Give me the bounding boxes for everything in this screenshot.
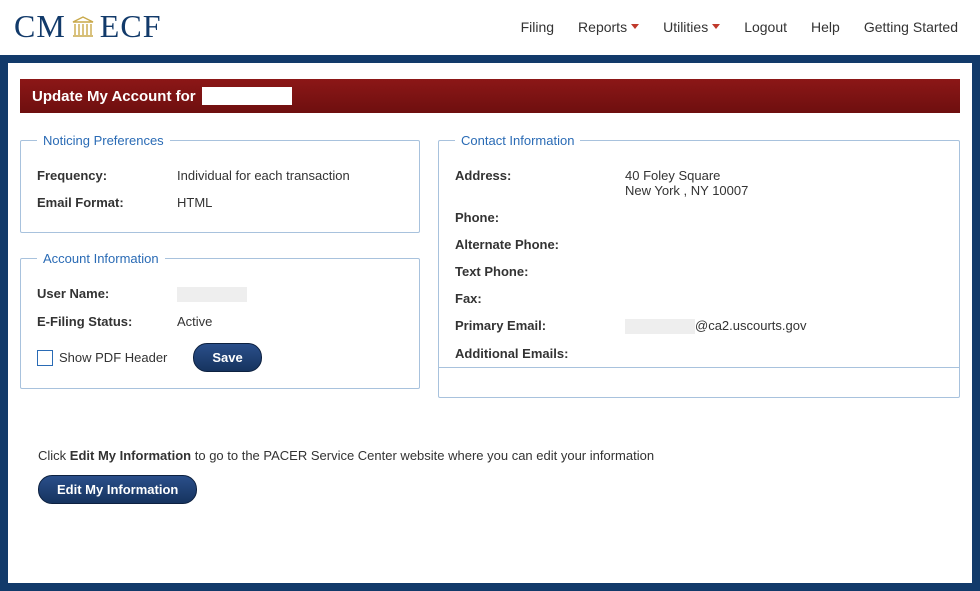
frequency-value: Individual for each transaction bbox=[177, 168, 350, 183]
email-format-value: HTML bbox=[177, 195, 212, 210]
redacted-email-user bbox=[625, 319, 695, 334]
logo-text-ecf: ECF bbox=[100, 8, 162, 45]
contact-bottom-strip bbox=[439, 367, 959, 397]
courthouse-icon bbox=[70, 14, 96, 40]
caret-down-icon bbox=[712, 24, 720, 29]
efiling-status-label: E-Filing Status: bbox=[37, 314, 177, 329]
redacted-username bbox=[177, 287, 247, 302]
edit-my-information-button[interactable]: Edit My Information bbox=[38, 475, 197, 504]
redacted-user bbox=[202, 87, 292, 105]
page-title: Update My Account for bbox=[20, 79, 960, 113]
caret-down-icon bbox=[631, 24, 639, 29]
address-value: 40 Foley Square New York , NY 10007 bbox=[625, 168, 748, 198]
username-label: User Name: bbox=[37, 286, 177, 302]
account-legend: Account Information bbox=[37, 251, 165, 266]
logo: CM ECF bbox=[14, 8, 161, 45]
nav-help[interactable]: Help bbox=[811, 19, 840, 35]
primary-email-value: @ca2.uscourts.gov bbox=[625, 318, 806, 334]
email-format-label: Email Format: bbox=[37, 195, 177, 210]
nav-getting-started[interactable]: Getting Started bbox=[864, 19, 958, 35]
efiling-status-value: Active bbox=[177, 314, 212, 329]
additional-emails-label: Additional Emails: bbox=[455, 346, 625, 361]
alt-phone-label: Alternate Phone: bbox=[455, 237, 625, 252]
logo-text-cm: CM bbox=[14, 8, 66, 45]
contact-legend: Contact Information bbox=[455, 133, 580, 148]
text-phone-label: Text Phone: bbox=[455, 264, 625, 279]
edit-info-hint: Click Edit My Information to go to the P… bbox=[38, 448, 960, 463]
frequency-label: Frequency: bbox=[37, 168, 177, 183]
contact-information-panel: Contact Information Address: 40 Foley Sq… bbox=[438, 133, 960, 398]
show-pdf-header-checkbox[interactable] bbox=[37, 350, 53, 366]
phone-label: Phone: bbox=[455, 210, 625, 225]
nav-reports[interactable]: Reports bbox=[578, 19, 639, 35]
nav-utilities[interactable]: Utilities bbox=[663, 19, 720, 35]
account-information-panel: Account Information User Name: E-Filing … bbox=[20, 251, 420, 389]
page-body: Update My Account for Noticing Preferenc… bbox=[8, 63, 972, 583]
address-label: Address: bbox=[455, 168, 625, 198]
show-pdf-header-label: Show PDF Header bbox=[59, 350, 167, 365]
primary-email-label: Primary Email: bbox=[455, 318, 625, 334]
noticing-legend: Noticing Preferences bbox=[37, 133, 170, 148]
noticing-preferences-panel: Noticing Preferences Frequency: Individu… bbox=[20, 133, 420, 233]
top-bar: CM ECF Filing Reports Utilities Logout H… bbox=[0, 0, 980, 55]
nav-filing[interactable]: Filing bbox=[521, 19, 554, 35]
fax-label: Fax: bbox=[455, 291, 625, 306]
nav-logout[interactable]: Logout bbox=[744, 19, 787, 35]
page-frame: Update My Account for Noticing Preferenc… bbox=[0, 55, 980, 591]
top-nav: Filing Reports Utilities Logout Help Get… bbox=[521, 19, 958, 35]
page-title-text: Update My Account for bbox=[32, 88, 196, 105]
save-button[interactable]: Save bbox=[193, 343, 261, 372]
